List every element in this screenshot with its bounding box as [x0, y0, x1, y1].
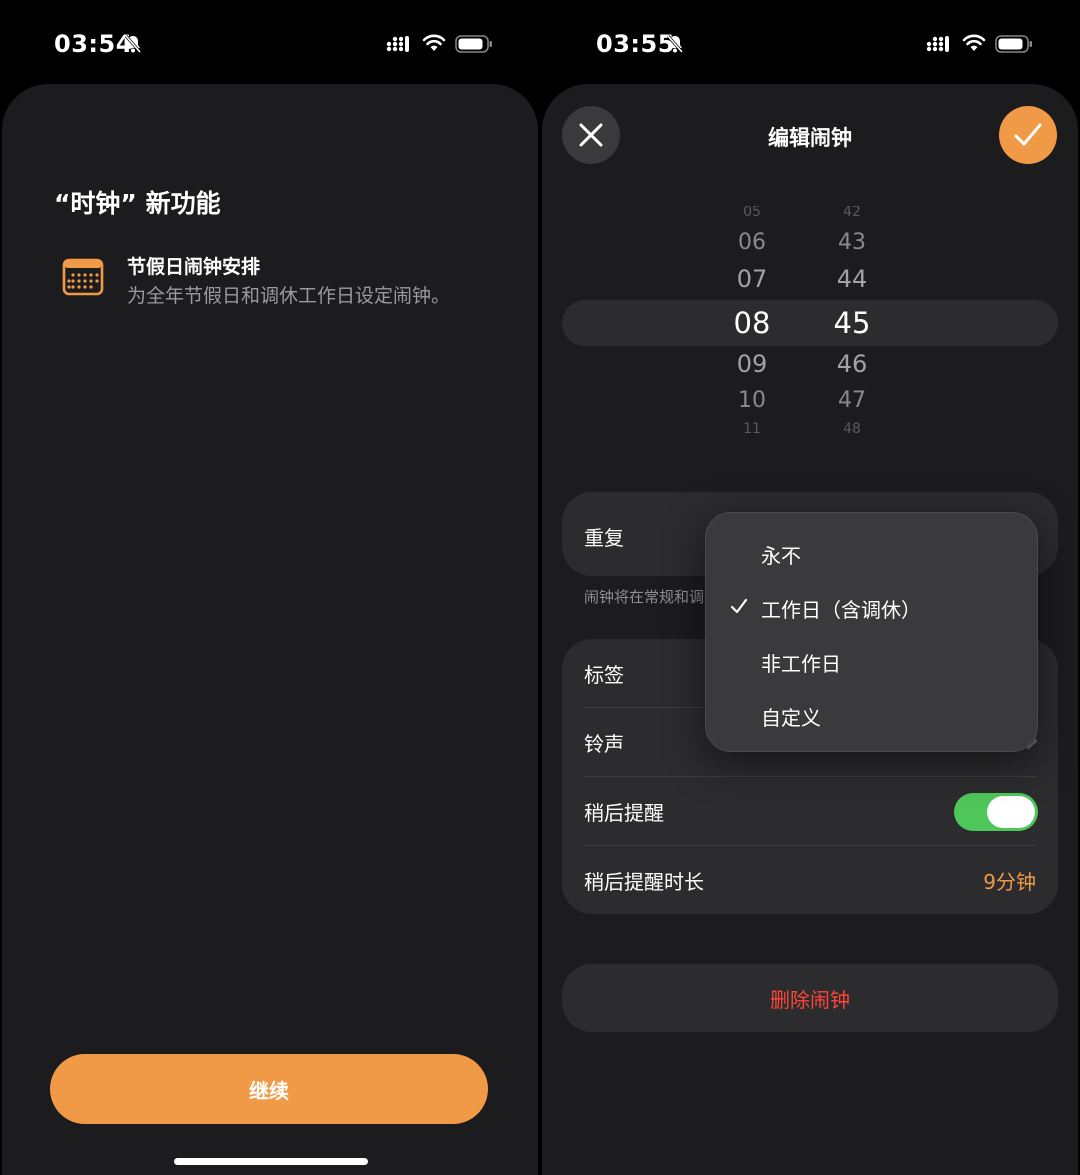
label-row-label: 标签 — [584, 663, 624, 687]
status-bar: 03:54 — [0, 0, 540, 84]
repeat-options-menu: 永不 工作日（含调休） 非工作日 自定义 — [705, 512, 1038, 752]
wifi-icon — [962, 34, 986, 51]
whats-new-sheet: “时钟” 新功能 节假日闹钟安排 为全年节假日和调休工作日设定闹钟。 继续 — [2, 84, 538, 1175]
menu-item-label: 非工作日 — [761, 652, 841, 676]
status-time: 03:55 — [596, 30, 675, 58]
delete-alarm-button[interactable]: 删除闹钟 — [770, 984, 850, 1013]
menu-item-workdays[interactable]: 工作日（含调休） — [706, 580, 1037, 634]
page-title: 编辑闹钟 — [768, 126, 852, 150]
hour-option[interactable]: 10 — [712, 388, 792, 413]
bell-slash-icon — [124, 35, 142, 53]
cellular-signal-icon — [386, 36, 409, 52]
calendar-icon — [62, 258, 104, 296]
continue-button[interactable]: 继续 — [50, 1054, 488, 1124]
snooze-duration-value: 9分钟 — [983, 870, 1036, 894]
checkmark-icon — [1014, 123, 1042, 146]
hour-option[interactable]: 07 — [712, 265, 792, 293]
delete-alarm-row: 删除闹钟 — [562, 964, 1058, 1032]
menu-item-label: 工作日（含调休） — [761, 598, 921, 622]
menu-item-custom[interactable]: 自定义 — [706, 688, 1037, 742]
status-bar: 03:55 — [540, 0, 1080, 84]
menu-item-non-workdays[interactable]: 非工作日 — [706, 634, 1037, 688]
repeat-footer-note: 闹钟将在常规和调 — [584, 588, 704, 606]
snooze-row-label: 稍后提醒 — [584, 801, 664, 825]
edit-alarm-sheet: 编辑闹钟 05 06 07 08 09 10 11 42 43 44 45 46… — [542, 84, 1078, 1175]
snooze-row: 稍后提醒 — [562, 777, 1058, 845]
page-title: “时钟” 新功能 — [54, 189, 221, 218]
toggle-knob — [987, 796, 1035, 828]
minute-option[interactable]: 46 — [812, 350, 892, 378]
cellular-signal-icon — [926, 36, 949, 52]
minute-option[interactable]: 47 — [812, 388, 892, 413]
hour-option[interactable]: 05 — [712, 206, 792, 218]
menu-item-never[interactable]: 永不 — [706, 526, 1037, 580]
snooze-toggle[interactable] — [954, 793, 1038, 831]
menu-item-label: 永不 — [761, 544, 801, 568]
menu-item-label: 自定义 — [761, 706, 821, 730]
selected-minute[interactable]: 45 — [812, 306, 892, 340]
phone-screen-whats-new: 03:54 “时钟” 新功能 节假日闹钟安排 为全年节假日和调休工作日设定闹钟。… — [0, 0, 540, 1175]
bell-slash-icon — [666, 35, 684, 53]
hour-option[interactable]: 11 — [712, 422, 792, 434]
snooze-duration-label: 稍后提醒时长 — [584, 870, 704, 894]
wifi-icon — [422, 34, 446, 51]
hour-option[interactable]: 06 — [712, 230, 792, 255]
repeat-label: 重复 — [584, 526, 624, 550]
picker-selection-highlight — [562, 300, 1058, 346]
sound-row-label: 铃声 — [584, 732, 624, 756]
feature-description: 为全年节假日和调休工作日设定闹钟。 — [127, 285, 451, 307]
home-indicator[interactable] — [174, 1158, 368, 1165]
selected-hour[interactable]: 08 — [712, 306, 792, 340]
snooze-duration-row[interactable]: 稍后提醒时长 9分钟 — [562, 846, 1058, 914]
status-time: 03:54 — [54, 30, 133, 58]
minute-option[interactable]: 42 — [812, 206, 892, 218]
minute-option[interactable]: 43 — [812, 230, 892, 255]
feature-title: 节假日闹钟安排 — [127, 256, 261, 278]
minute-option[interactable]: 44 — [812, 265, 892, 293]
phone-screen-edit-alarm: 03:55 编辑闹钟 05 06 07 08 09 10 11 42 43 44… — [540, 0, 1080, 1175]
minute-option[interactable]: 48 — [812, 422, 892, 434]
confirm-button[interactable] — [999, 106, 1057, 164]
hour-option[interactable]: 09 — [712, 350, 792, 378]
battery-icon — [995, 35, 1032, 53]
checkmark-icon — [730, 598, 748, 614]
battery-icon — [455, 35, 492, 53]
